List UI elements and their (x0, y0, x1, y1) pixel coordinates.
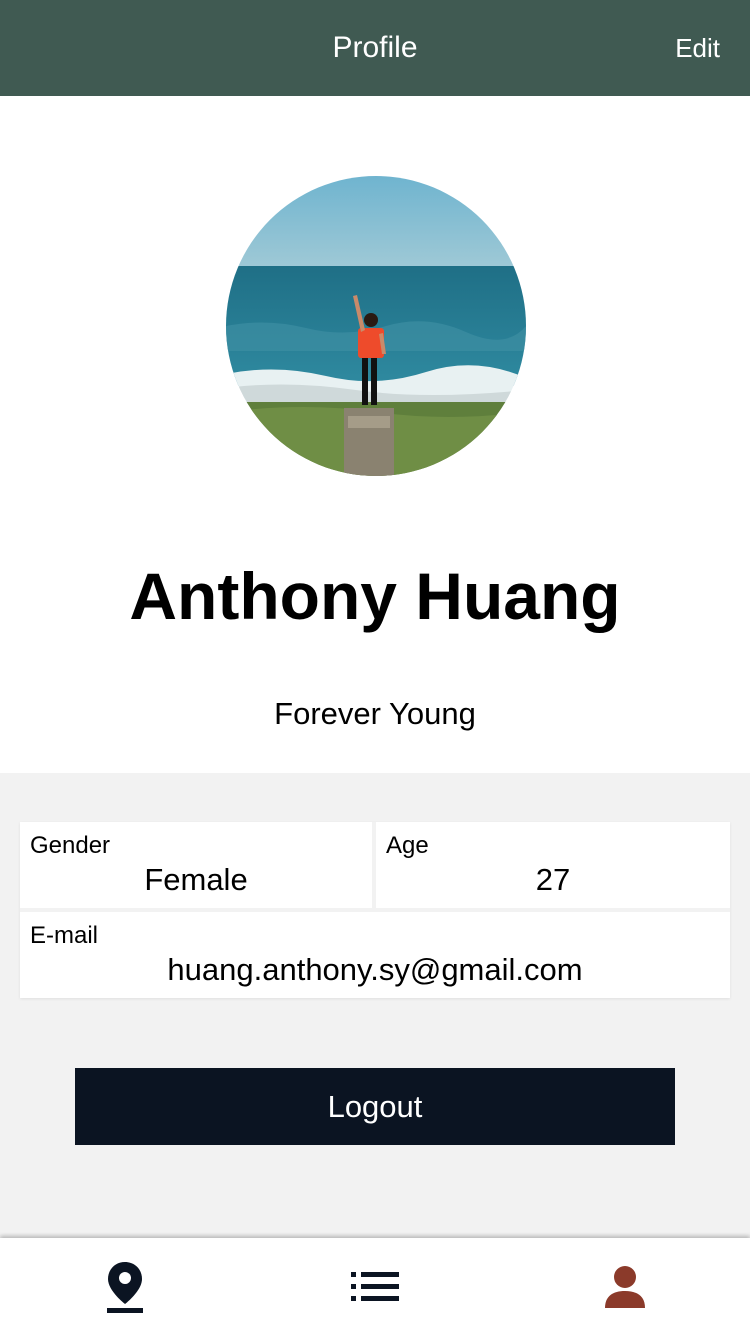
profile-panel: Anthony Huang Forever Young (0, 96, 750, 773)
map-pin-icon (107, 1262, 143, 1313)
header-bar: Profile Edit (0, 0, 750, 96)
age-value: 27 (535, 862, 571, 897)
gender-label: Gender (30, 832, 111, 859)
profile-name: Anthony Huang (129, 559, 621, 633)
edit-button[interactable]: Edit (675, 0, 720, 96)
email-value: huang.anthony.sy@gmail.com (167, 952, 583, 987)
avatar-photo-image (226, 176, 526, 476)
profile-info-card: Gender Female Age 27 E-mail huang.anthon… (20, 822, 730, 998)
tab-map[interactable] (0, 1238, 250, 1334)
bottom-tab-bar (0, 1238, 750, 1334)
age-field: Age 27 (376, 822, 730, 908)
person-icon (605, 1266, 645, 1308)
profile-tagline: Forever Young (274, 696, 476, 731)
page-title: Profile (332, 31, 418, 64)
avatar[interactable] (226, 176, 526, 476)
age-label: Age (386, 832, 429, 859)
email-field: E-mail huang.anthony.sy@gmail.com (20, 912, 730, 998)
email-label: E-mail (30, 922, 99, 949)
list-icon (351, 1272, 399, 1301)
gender-value: Female (144, 862, 248, 897)
tab-profile[interactable] (500, 1238, 750, 1334)
gender-field: Gender Female (20, 822, 372, 908)
tab-list[interactable] (250, 1238, 500, 1334)
logout-button[interactable]: Logout (75, 1068, 675, 1145)
